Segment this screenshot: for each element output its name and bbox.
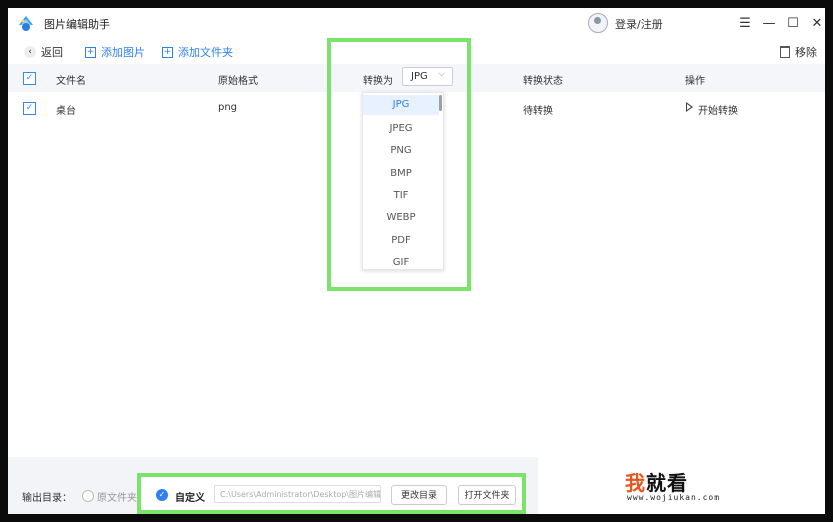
open-folder-button[interactable]: 打开文件夹 (458, 485, 516, 505)
dropdown-option[interactable]: PDF (363, 235, 439, 246)
custom-label: 自定义 (175, 493, 205, 504)
start-convert-button[interactable]: 开始转换 (698, 102, 738, 117)
minimize-icon[interactable]: — (762, 16, 776, 31)
convert-format-value: JPG (411, 71, 428, 82)
output-path-field[interactable]: C:\Users\Administrator\Desktop\图片编辑 (214, 485, 381, 503)
screenshot-frame: 图片编辑助手 登录/注册 ☰ — ☐ ✕ ‹ 返回 + 添加图片 + 添加文件夹 (0, 0, 833, 522)
user-avatar-icon[interactable] (588, 13, 608, 33)
col-convert-to: 转换为 (363, 76, 393, 87)
col-status: 转换状态 (523, 76, 563, 87)
window-controls: ☰ — ☐ ✕ (738, 14, 824, 32)
toolbar: ‹ 返回 + 添加图片 + 添加文件夹 移除 (8, 41, 825, 63)
app-window: 图片编辑助手 登录/注册 ☰ — ☐ ✕ ‹ 返回 + 添加图片 + 添加文件夹 (8, 8, 825, 514)
output-bar: 输出目录： 原文件夹 ✓ 自定义 C:\Users\Administrator\… (8, 457, 538, 514)
change-dir-button[interactable]: 更改目录 (391, 485, 447, 505)
col-filename: 文件名 (56, 76, 86, 87)
menu-icon[interactable]: ☰ (738, 16, 752, 31)
remove-label: 移除 (795, 46, 817, 59)
original-folder-label: 原文件夹 (97, 493, 137, 504)
custom-radio-checked-icon[interactable]: ✓ (156, 489, 168, 501)
dropdown-option[interactable]: PNG (363, 145, 439, 156)
table-header: ✓ 文件名 原始格式 转换为 JPG ⌵ 转换状态 操作 (8, 64, 825, 92)
dropdown-option[interactable]: JPEG (363, 123, 439, 134)
back-arrow-icon: ‹ (24, 46, 36, 58)
add-folder-icon: + (162, 46, 173, 58)
watermark-brand: 我就看 (625, 471, 688, 495)
watermark-url: www.wojiukan.com (627, 493, 721, 502)
dropdown-option[interactable]: GIF (363, 257, 439, 268)
convert-format-select[interactable]: JPG ⌵ (402, 67, 453, 86)
dropdown-option[interactable]: JPG (363, 95, 439, 115)
app-logo-icon (19, 16, 33, 31)
row-status: 待转换 (523, 106, 553, 117)
back-button[interactable]: ‹ 返回 (24, 44, 63, 60)
dropdown-option[interactable]: TIF (363, 190, 439, 201)
trash-icon (780, 46, 790, 58)
back-label: 返回 (41, 46, 63, 59)
add-image-label: 添加图片 (101, 46, 145, 59)
output-dir-label: 输出目录： (22, 493, 72, 504)
app-title: 图片编辑助手 (44, 18, 110, 31)
play-icon[interactable] (686, 102, 693, 112)
original-folder-radio[interactable] (82, 490, 94, 502)
dropdown-option[interactable]: BMP (363, 168, 439, 179)
login-link[interactable]: 登录/注册 (615, 16, 663, 32)
add-image-icon: + (85, 46, 96, 58)
dropdown-scrollbar[interactable] (439, 95, 442, 111)
maximize-icon[interactable]: ☐ (786, 16, 800, 31)
add-folder-label: 添加文件夹 (178, 46, 233, 59)
close-icon[interactable]: ✕ (810, 16, 824, 31)
row-filename: 桌台 (56, 106, 76, 117)
title-bar: 图片编辑助手 登录/注册 ☰ — ☐ ✕ (8, 8, 825, 38)
col-action: 操作 (685, 76, 705, 87)
watermark: 我就看 www.wojiukan.com (625, 467, 719, 502)
format-dropdown: JPG JPEG PNG BMP TIF WEBP PDF GIF (362, 92, 444, 270)
remove-button[interactable]: 移除 (780, 44, 817, 60)
dropdown-option[interactable]: WEBP (363, 212, 439, 223)
add-image-button[interactable]: + 添加图片 (85, 44, 145, 60)
col-original-format: 原始格式 (218, 76, 258, 87)
row-checkbox[interactable]: ✓ (23, 102, 36, 115)
row-format: png (218, 102, 238, 113)
add-folder-button[interactable]: + 添加文件夹 (162, 44, 233, 60)
custom-output-highlight: ✓ 自定义 C:\Users\Administrator\Desktop\图片编… (137, 473, 526, 514)
select-all-checkbox[interactable]: ✓ (23, 72, 36, 85)
chevron-down-icon: ⌵ (438, 69, 445, 79)
